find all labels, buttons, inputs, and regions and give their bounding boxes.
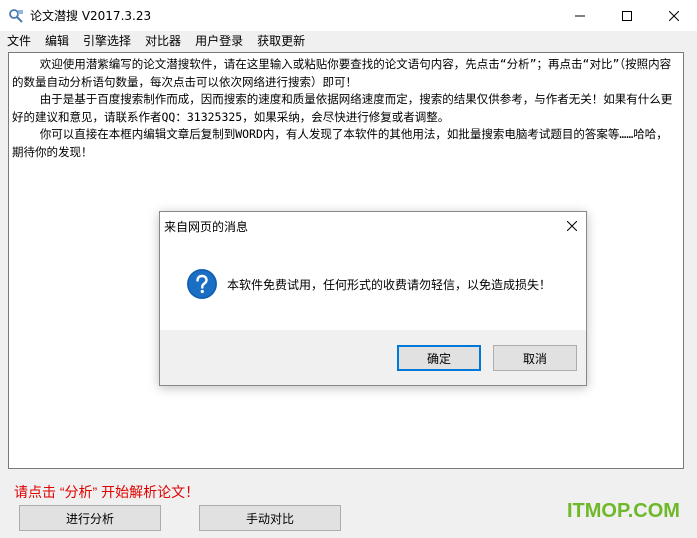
close-icon <box>669 10 679 21</box>
menu-engine[interactable]: 引擎选择 <box>76 31 138 51</box>
status-hint: 请点击 “分析” 开始解析论文！ <box>14 484 200 500</box>
maximize-button[interactable] <box>604 0 650 31</box>
watermark-logo: ITMOP.COM <box>567 500 680 522</box>
question-icon <box>186 268 218 300</box>
minimize-button[interactable] <box>557 0 603 31</box>
menu-edit[interactable]: 编辑 <box>38 31 76 51</box>
menu-file[interactable]: 文件 <box>0 31 38 51</box>
editor-paragraph: 欢迎使用潜紫编写的论文潜搜软件，请在这里输入或粘贴你要查找的论文语句内容，先点击… <box>12 57 672 89</box>
app-icon <box>8 8 24 24</box>
analyze-button[interactable]: 进行分析 <box>19 505 161 531</box>
dialog-close-button[interactable] <box>558 212 586 240</box>
dialog-footer: 确定 取消 <box>160 330 586 385</box>
menu-comparer[interactable]: 对比器 <box>138 31 188 51</box>
menu-login[interactable]: 用户登录 <box>188 31 250 51</box>
window-title: 论文潜搜 V2017.3.23 <box>30 9 152 23</box>
title-bar: 论文潜搜 V2017.3.23 <box>0 0 697 31</box>
minimize-icon <box>575 15 585 16</box>
dialog-message: 本软件免费试用，任何形式的收费请勿轻信，以免造成损失！ <box>227 278 552 292</box>
menu-bar: 文件 编辑 引擎选择 对比器 用户登录 获取更新 <box>0 31 697 51</box>
editor-paragraph: 由于是基于百度搜索制作而成，因而搜索的速度和质量依据网络速度而定，搜索的结果仅供… <box>12 92 673 124</box>
menu-update[interactable]: 获取更新 <box>250 31 312 51</box>
dialog-title: 来自网页的消息 <box>164 220 249 234</box>
cancel-button[interactable]: 取消 <box>493 345 577 371</box>
compare-button[interactable]: 手动对比 <box>199 505 341 531</box>
editor-paragraph: 你可以直接在本框内编辑文章后复制到WORD内，有人发现了本软件的其他用法，如批量… <box>12 127 668 159</box>
maximize-icon <box>622 10 632 21</box>
ok-button[interactable]: 确定 <box>397 345 481 371</box>
close-icon <box>567 221 577 231</box>
message-dialog: 来自网页的消息 本软件免费试用，任何形式的收费请勿轻信，以免造成损失！ 确定 取… <box>159 211 587 386</box>
close-button[interactable] <box>651 0 697 31</box>
